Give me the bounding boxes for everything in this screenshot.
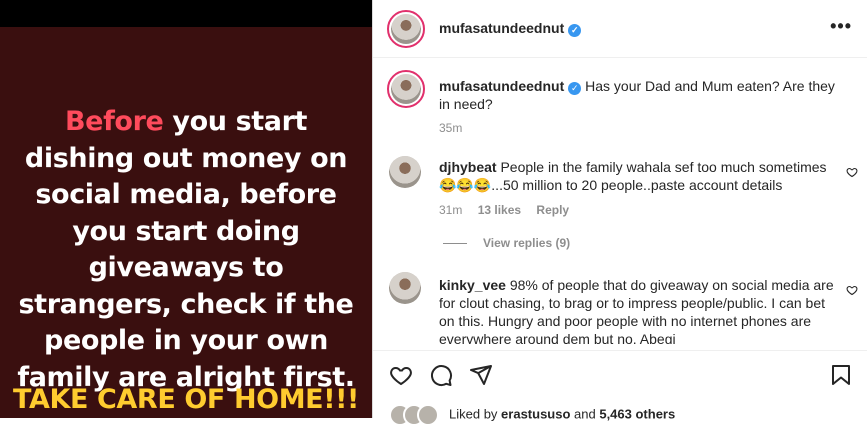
comment: kinky_vee 98% of people that do giveaway… bbox=[439, 276, 839, 344]
liker-avatar bbox=[417, 404, 439, 426]
author-avatar[interactable] bbox=[387, 10, 425, 48]
author-username[interactable]: mufasatundeednut bbox=[439, 20, 564, 36]
view-replies-label: View replies (9) bbox=[483, 236, 571, 250]
bookmark-icon[interactable] bbox=[829, 363, 853, 387]
comment-time[interactable]: 31m bbox=[439, 203, 462, 217]
post-header: mufasatundeednut ✓ ••• bbox=[373, 0, 867, 58]
author-username-row: mufasatundeednut ✓ bbox=[439, 20, 582, 37]
liked-by-line: Liked by erastususo and 5,463 others bbox=[389, 404, 675, 426]
caption-username[interactable]: mufasatundeednut bbox=[439, 78, 564, 94]
verified-icon: ✓ bbox=[568, 24, 582, 37]
caption: mufasatundeednut ✓ Has your Dad and Mum e… bbox=[439, 77, 839, 113]
liked-by-middle: and bbox=[570, 406, 600, 422]
comment-avatar[interactable] bbox=[389, 156, 421, 188]
image-cta-text: TAKE CARE OF HOME!!! bbox=[13, 384, 359, 415]
comment-body: People in the family wahala sef too much… bbox=[439, 159, 827, 193]
comment: djhybeat People in the family wahala sef… bbox=[439, 158, 839, 194]
caption-time[interactable]: 35m bbox=[439, 121, 462, 135]
reply-button[interactable]: Reply bbox=[536, 203, 569, 217]
liked-by-prefix: Liked by bbox=[449, 406, 502, 422]
heart-icon[interactable] bbox=[846, 166, 858, 178]
comment-avatar[interactable] bbox=[389, 272, 421, 304]
comment-username[interactable]: kinky_vee bbox=[439, 277, 506, 293]
post-side-panel: mufasatundeednut ✓ ••• mufasatundeednut ✓ … bbox=[372, 0, 867, 426]
caption-avatar[interactable] bbox=[387, 70, 425, 108]
comment-meta: 31m 13 likes Reply bbox=[439, 203, 581, 217]
liked-by-user[interactable]: erastususo bbox=[501, 406, 570, 421]
caption-meta: 35m bbox=[439, 121, 474, 135]
view-replies-button[interactable]: View replies (9) bbox=[443, 236, 570, 250]
more-icon[interactable]: ••• bbox=[830, 16, 852, 37]
post-image[interactable]: Before you start dishing out money on so… bbox=[0, 0, 372, 418]
replies-divider bbox=[443, 243, 467, 245]
image-body-text: you start dishing out money on social me… bbox=[17, 106, 355, 393]
comment-username[interactable]: djhybeat bbox=[439, 159, 497, 175]
verified-icon: ✓ bbox=[568, 82, 582, 95]
heart-icon[interactable] bbox=[389, 363, 413, 387]
image-top-bar bbox=[0, 0, 372, 27]
liked-by-others[interactable]: 5,463 others bbox=[599, 406, 675, 421]
image-message: Before you start dishing out money on so… bbox=[16, 104, 356, 396]
comment-likes[interactable]: 13 likes bbox=[478, 203, 521, 217]
post-actions-bar bbox=[373, 350, 867, 400]
image-highlight-word: Before bbox=[64, 106, 164, 137]
share-icon[interactable] bbox=[469, 363, 493, 387]
heart-icon[interactable] bbox=[846, 284, 858, 296]
comment-icon[interactable] bbox=[429, 363, 453, 387]
